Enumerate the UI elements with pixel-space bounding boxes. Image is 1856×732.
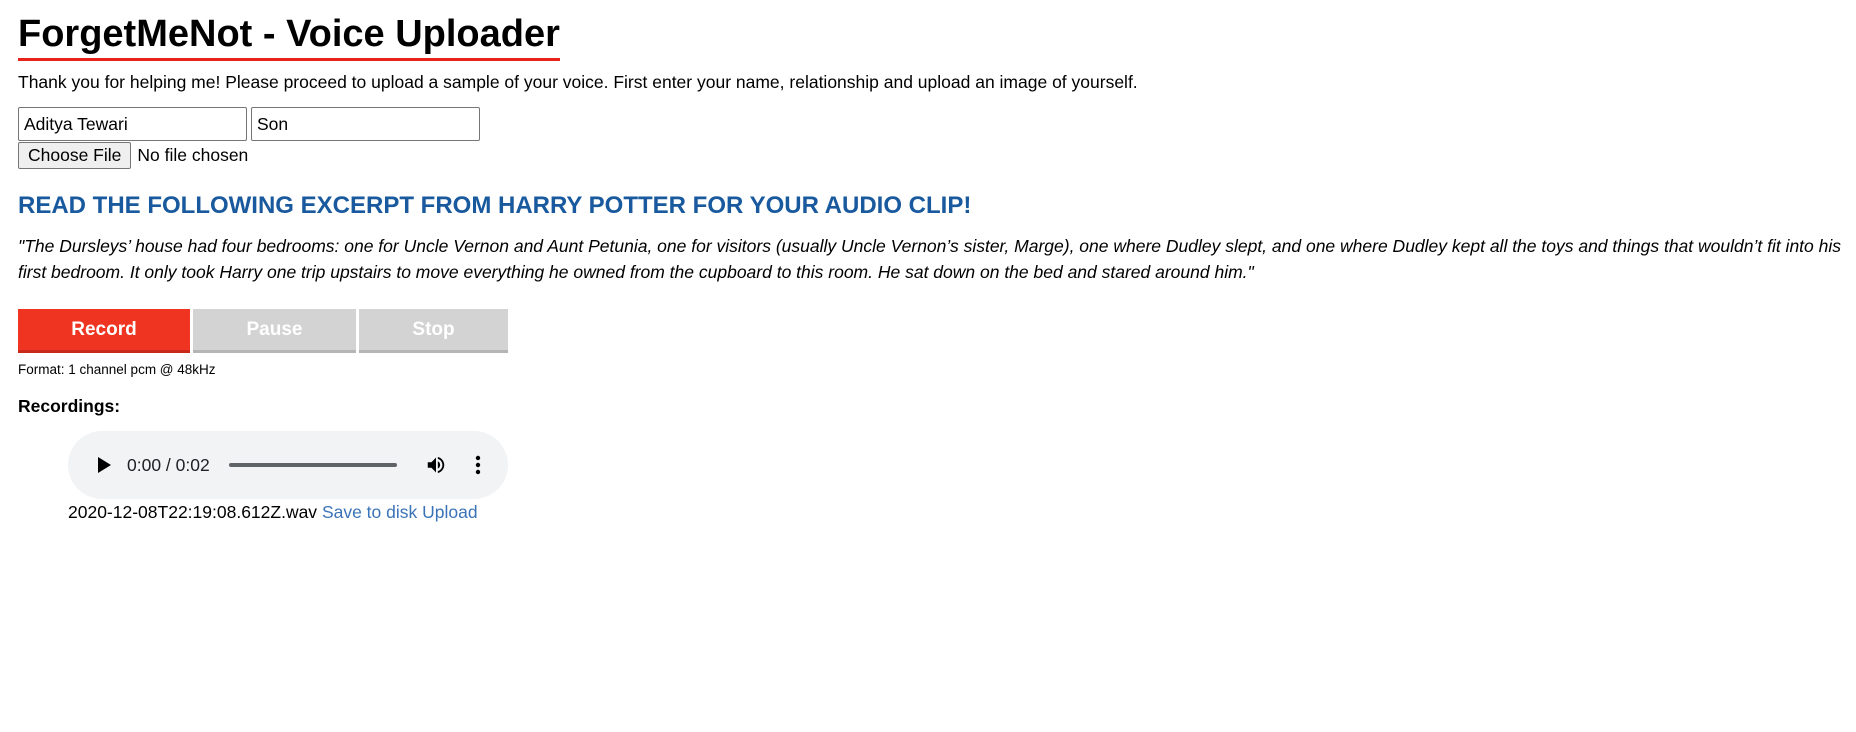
upload-link[interactable]: Upload [422,502,477,522]
recording-filename: 2020-12-08T22:19:08.612Z.wav [68,502,318,522]
file-status: No file chosen [137,145,249,165]
excerpt-text: "The Dursleys’ house had four bedrooms: … [18,236,1842,282]
page-title: ForgetMeNot - Voice Uploader [18,12,560,61]
file-picker: Choose File No file chosen [18,142,248,169]
save-to-disk-link[interactable]: Save to disk [322,502,417,522]
stop-button[interactable]: Stop [359,309,508,353]
recordings-heading: Recordings: [18,396,121,416]
relationship-input[interactable] [251,107,480,141]
recording-controls: Record Pause Stop [18,309,511,353]
excerpt-heading: READ THE FOLLOWING EXCERPT FROM HARRY PO… [18,192,972,219]
record-button[interactable]: Record [18,309,190,353]
audio-player[interactable]: 0:00 / 0:02 [68,431,508,499]
name-input[interactable] [18,107,247,141]
more-vertical-icon[interactable] [475,455,481,475]
intro-text: Thank you for helping me! Please proceed… [18,72,1138,92]
format-info: Format: 1 channel pcm @ 48kHz [18,362,216,377]
volume-icon[interactable] [425,454,447,476]
recording-item: 2020-12-08T22:19:08.612Z.wav Save to dis… [68,501,478,523]
seek-bar[interactable] [229,463,397,467]
choose-file-button[interactable]: Choose File [18,142,132,169]
audio-time: 0:00 / 0:02 [127,455,210,475]
pause-button[interactable]: Pause [193,309,356,353]
play-icon[interactable] [94,455,114,475]
